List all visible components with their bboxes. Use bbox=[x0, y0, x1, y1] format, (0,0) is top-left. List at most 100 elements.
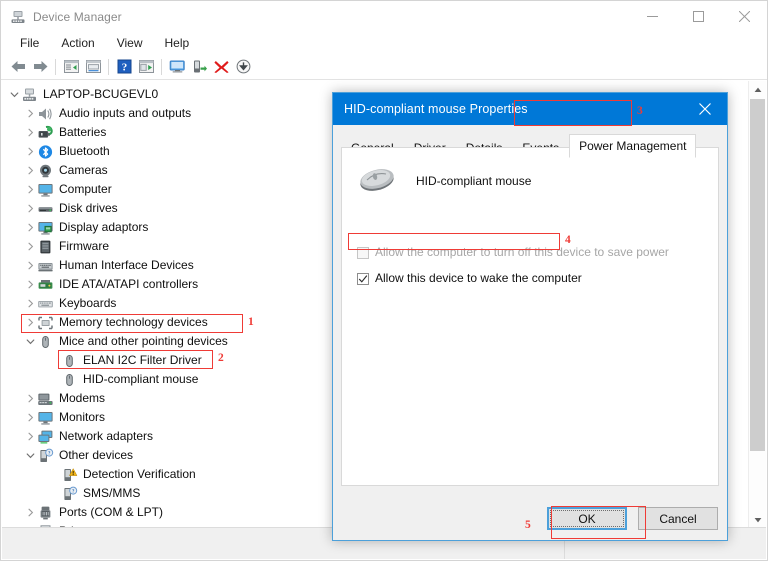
scroll-down-arrow[interactable] bbox=[749, 511, 766, 528]
chevron-right-icon[interactable] bbox=[24, 104, 37, 123]
checkbox-turn-off-device[interactable] bbox=[357, 247, 369, 259]
chevron-right-icon[interactable] bbox=[24, 237, 37, 256]
computer-root-icon bbox=[21, 87, 38, 103]
menu-help[interactable]: Help bbox=[155, 34, 200, 53]
update-driver-icon[interactable] bbox=[166, 56, 188, 78]
tab-power-management[interactable]: Power Management bbox=[569, 134, 697, 158]
tree-item-label: HID-compliant mouse bbox=[83, 372, 199, 386]
unknown-device-icon: ? bbox=[37, 448, 54, 464]
scroll-up-arrow[interactable] bbox=[749, 81, 766, 98]
menubar: File Action View Help bbox=[1, 32, 767, 54]
modem-icon bbox=[37, 391, 54, 407]
tree-item-label: SMS/MMS bbox=[83, 486, 141, 500]
cancel-button[interactable]: Cancel bbox=[638, 507, 718, 530]
menu-file[interactable]: File bbox=[10, 34, 49, 53]
tree-item-label: Mice and other pointing devices bbox=[59, 334, 228, 348]
toolbar-separator bbox=[161, 58, 162, 75]
chevron-right-icon[interactable] bbox=[24, 313, 37, 332]
chevron-right-icon[interactable] bbox=[24, 256, 37, 275]
unknown-device-warning-icon bbox=[61, 467, 78, 483]
power-management-tab-page: HID-compliant mouse Allow the computer t… bbox=[341, 147, 719, 486]
checkbox-row-wake-computer[interactable]: Allow this device to wake the computer bbox=[357, 271, 718, 286]
chevron-right-icon[interactable] bbox=[24, 503, 37, 522]
back-icon[interactable] bbox=[7, 56, 29, 78]
tree-item-label: IDE ATA/ATAPI controllers bbox=[59, 277, 199, 291]
ok-button-label: OK bbox=[550, 510, 624, 527]
tree-item-label: Detection Verification bbox=[83, 467, 196, 481]
monitor-icon bbox=[37, 410, 54, 426]
tree-item-label: Computer bbox=[59, 182, 112, 196]
dialog-button-row: OK Cancel bbox=[547, 507, 718, 530]
battery-icon bbox=[37, 125, 54, 141]
checkbox-label-turn-off-device: Allow the computer to turn off this devi… bbox=[375, 245, 669, 259]
disable-device-icon[interactable] bbox=[232, 56, 254, 78]
checkbox-row-turn-off-device[interactable]: Allow the computer to turn off this devi… bbox=[357, 245, 718, 260]
scrollbar-thumb[interactable] bbox=[750, 99, 765, 451]
chevron-right-icon[interactable] bbox=[24, 142, 37, 161]
camera-icon bbox=[37, 163, 54, 179]
toolbar-separator bbox=[55, 58, 56, 75]
tree-item-label: Batteries bbox=[59, 125, 107, 139]
scan-for-hardware-changes-icon[interactable] bbox=[135, 56, 157, 78]
bluetooth-icon bbox=[37, 144, 54, 160]
tree-item-label: Memory technology devices bbox=[59, 315, 208, 329]
toolbar: ? bbox=[1, 54, 767, 80]
tree-item-label: Monitors bbox=[59, 410, 106, 424]
forward-icon[interactable] bbox=[29, 56, 51, 78]
chevron-right-icon[interactable] bbox=[24, 389, 37, 408]
minimize-button[interactable] bbox=[629, 1, 675, 32]
chevron-right-icon[interactable] bbox=[24, 408, 37, 427]
enable-device-icon[interactable] bbox=[188, 56, 210, 78]
annotation-number-2: 2 bbox=[218, 352, 224, 364]
chevron-down-icon[interactable] bbox=[24, 446, 37, 465]
maximize-button[interactable] bbox=[675, 1, 721, 32]
tree-item-label: Display adaptors bbox=[59, 220, 149, 234]
tree-item-label: Keyboards bbox=[59, 296, 117, 310]
help-icon[interactable]: ? bbox=[113, 56, 135, 78]
mouse-icon bbox=[61, 372, 78, 388]
monitor-icon bbox=[37, 182, 54, 198]
chevron-right-icon[interactable] bbox=[24, 275, 37, 294]
annotation-number-4: 4 bbox=[565, 234, 571, 246]
network-adapter-icon bbox=[37, 429, 54, 445]
checkbox-wake-computer[interactable] bbox=[357, 273, 369, 285]
mouse-device-icon bbox=[356, 164, 400, 197]
properties-icon[interactable] bbox=[82, 56, 104, 78]
speaker-icon bbox=[37, 106, 54, 122]
device-manager-icon bbox=[10, 9, 26, 25]
tree-item-label: Disk drives bbox=[59, 201, 118, 215]
tree-item-label: Firmware bbox=[59, 239, 109, 253]
chevron-right-icon[interactable] bbox=[24, 294, 37, 313]
mouse-icon bbox=[61, 353, 78, 369]
tree-item-label: Bluetooth bbox=[59, 144, 110, 158]
tree-item-label: Cameras bbox=[59, 163, 108, 177]
chevron-down-icon[interactable] bbox=[8, 85, 21, 104]
tree-vertical-scrollbar[interactable] bbox=[748, 81, 766, 528]
unknown-device-icon: ? bbox=[61, 486, 78, 502]
chevron-right-icon[interactable] bbox=[24, 180, 37, 199]
chevron-right-icon[interactable] bbox=[24, 161, 37, 180]
device-header: HID-compliant mouse bbox=[356, 164, 718, 197]
tree-item-label: LAPTOP-BCUGEVL0 bbox=[43, 87, 159, 101]
close-button[interactable] bbox=[721, 1, 767, 32]
dialog-close-button[interactable] bbox=[683, 93, 727, 125]
tree-item-label: Modems bbox=[59, 391, 106, 405]
hid-icon bbox=[37, 258, 54, 274]
ok-button[interactable]: OK bbox=[547, 507, 627, 530]
keyboard-icon bbox=[37, 296, 54, 312]
chevron-right-icon[interactable] bbox=[24, 199, 37, 218]
chevron-right-icon[interactable] bbox=[24, 427, 37, 446]
window-title: Device Manager bbox=[33, 9, 122, 24]
dialog-title: HID-compliant mouse Properties bbox=[344, 102, 528, 116]
chevron-right-icon[interactable] bbox=[24, 218, 37, 237]
chevron-right-icon[interactable] bbox=[24, 123, 37, 142]
chevron-down-icon[interactable] bbox=[24, 332, 37, 351]
menu-action[interactable]: Action bbox=[51, 34, 104, 53]
mouse-icon bbox=[37, 334, 54, 350]
show-hide-console-tree-icon[interactable] bbox=[60, 56, 82, 78]
menu-view[interactable]: View bbox=[107, 34, 153, 53]
annotation-number-3: 3 bbox=[637, 105, 643, 117]
uninstall-device-icon[interactable] bbox=[210, 56, 232, 78]
